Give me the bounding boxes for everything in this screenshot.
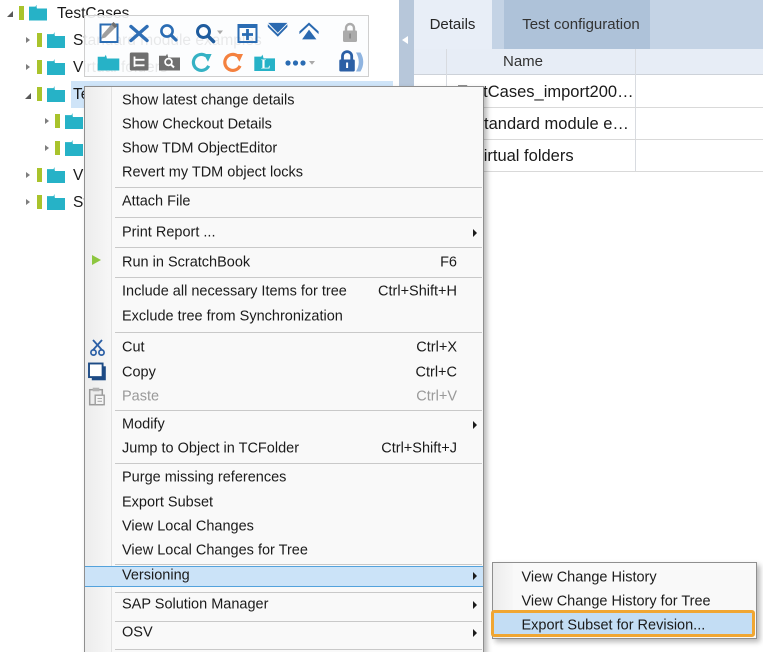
svg-text:L: L (261, 58, 270, 73)
